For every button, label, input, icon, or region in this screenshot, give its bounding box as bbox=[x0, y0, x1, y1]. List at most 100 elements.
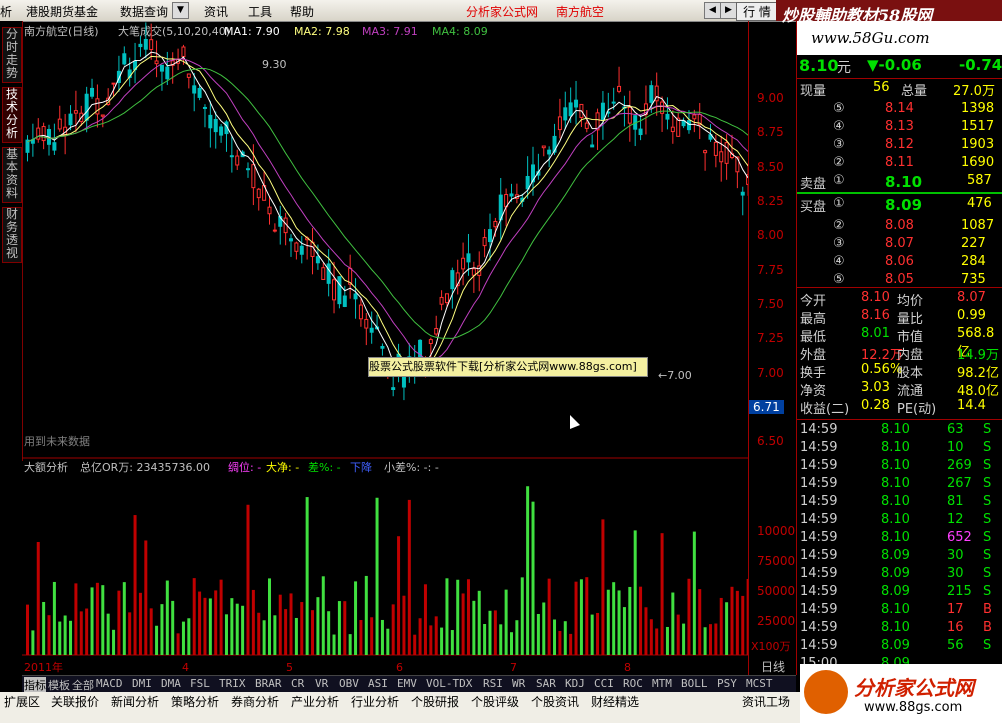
ask-vol: 1517 bbox=[961, 119, 995, 134]
footer-tab[interactable]: 产业分析 bbox=[291, 693, 339, 710]
indicator-tab-模板[interactable]: 模板 bbox=[48, 677, 70, 693]
footer-tab[interactable]: 关联报价 bbox=[51, 693, 99, 710]
volume-bar bbox=[47, 615, 51, 655]
tab-intraday[interactable]: 分时走势 bbox=[2, 27, 22, 83]
volume-bar bbox=[74, 583, 78, 655]
volume-bar bbox=[79, 611, 83, 655]
tab-technical[interactable]: 技术分析 bbox=[2, 87, 22, 143]
indicator-tab-cr[interactable]: CR bbox=[291, 677, 304, 690]
volume-bar bbox=[241, 605, 245, 655]
volume-bar bbox=[510, 632, 513, 655]
tab-financials[interactable]: 财务透视 bbox=[2, 207, 22, 263]
footer-tab[interactable]: 策略分析 bbox=[171, 693, 219, 710]
tick-vol: 17 bbox=[947, 602, 964, 617]
tick-side: B bbox=[983, 602, 992, 617]
tick-row: 14:59 8.10 12 S bbox=[797, 511, 1002, 529]
indicator-tab-emv[interactable]: EMV bbox=[397, 677, 417, 690]
menu-hk-futures[interactable]: 港股期货基金 bbox=[26, 3, 98, 20]
indicator-tab-wr[interactable]: WR bbox=[512, 677, 525, 690]
tick-vol: 12 bbox=[947, 512, 964, 527]
kline-chart[interactable]: 南方航空(日线) 大笔成交(5,10,20,40) MA1: 7.90 MA2:… bbox=[22, 21, 751, 675]
menu-analysis[interactable]: 析 bbox=[0, 3, 12, 20]
sub-pos: 绸位: - bbox=[228, 460, 261, 474]
price-tick: 9.00 bbox=[757, 91, 784, 105]
tab-basic-info[interactable]: 基本资料 bbox=[2, 147, 22, 203]
candle-body bbox=[450, 270, 455, 290]
indicator-tab-全部[interactable]: 全部 bbox=[72, 677, 94, 693]
indicator-tab-obv[interactable]: OBV bbox=[339, 677, 359, 690]
footer-tab[interactable]: 财经精选 bbox=[591, 693, 639, 710]
indicator-tab-trix[interactable]: TRIX bbox=[219, 677, 246, 690]
volume-bar bbox=[622, 607, 626, 655]
menu-data-query[interactable]: 数据查询 bbox=[120, 3, 168, 20]
low-annotation: ←7.00 bbox=[658, 369, 692, 382]
volume-group bbox=[26, 486, 750, 655]
volume-bar bbox=[644, 607, 648, 655]
indicator-tab-cci[interactable]: CCI bbox=[594, 677, 614, 690]
volume-bar bbox=[413, 634, 417, 655]
next-icon[interactable]: ▶ bbox=[720, 2, 737, 19]
menu-help[interactable]: 帮助 bbox=[290, 3, 314, 20]
tick-row: 14:59 8.09 30 S bbox=[797, 565, 1002, 583]
indicator-tab-asi[interactable]: ASI bbox=[368, 677, 388, 690]
indicator-tab-dmi[interactable]: DMI bbox=[132, 677, 152, 690]
footer-tab[interactable]: 扩展区 bbox=[4, 693, 40, 710]
menu-news[interactable]: 资讯 bbox=[204, 3, 228, 20]
quote-panel: www.58Gu.com 8.10 元 ▼-0.06 -0.74 现量 56 总… bbox=[796, 21, 1002, 675]
volume-bar bbox=[553, 619, 557, 655]
volume-bar bbox=[95, 582, 99, 655]
candles-group bbox=[25, 22, 751, 401]
indicator-tab-macd[interactable]: MACD bbox=[96, 677, 123, 690]
volume-bar bbox=[418, 618, 422, 655]
chart-area[interactable]: 南方航空(日线) 大笔成交(5,10,20,40) MA1: 7.90 MA2:… bbox=[22, 21, 751, 675]
price-tick: 8.75 bbox=[757, 125, 784, 139]
indicator-tab-fsl[interactable]: FSL bbox=[190, 677, 210, 690]
bid1-vol: 476 bbox=[967, 196, 992, 211]
dropdown-icon[interactable]: ▼ bbox=[172, 2, 189, 19]
indicator-tab-指标[interactable]: 指标 bbox=[24, 677, 46, 693]
bid-lvl: ② bbox=[833, 218, 845, 233]
footer-tab[interactable]: 行业分析 bbox=[351, 693, 399, 710]
candle-body bbox=[428, 339, 433, 344]
tick-vol: 56 bbox=[947, 638, 964, 653]
footer-tab[interactable]: 个股评级 bbox=[471, 693, 519, 710]
volume-bar bbox=[590, 614, 594, 655]
price-unit: 元 bbox=[837, 60, 851, 76]
indicator-tab-psy[interactable]: PSY bbox=[717, 677, 737, 690]
volume-bar bbox=[741, 595, 745, 655]
candle-body bbox=[192, 85, 197, 94]
volume-bar bbox=[504, 589, 508, 655]
prev-icon[interactable]: ◀ bbox=[704, 2, 721, 19]
period-label[interactable]: 日线 bbox=[761, 658, 785, 675]
indicator-tab-mtm[interactable]: MTM bbox=[652, 677, 672, 690]
footer-tab[interactable]: 券商分析 bbox=[231, 693, 279, 710]
footer-tab[interactable]: 资讯工场 bbox=[742, 693, 790, 710]
indicator-tab-rsi[interactable]: RSI bbox=[483, 677, 503, 690]
footer-tab[interactable]: 个股研报 bbox=[411, 693, 459, 710]
indicator-tab-mcst[interactable]: MCST bbox=[746, 677, 773, 690]
menu-tools[interactable]: 工具 bbox=[248, 3, 272, 20]
price-axis: 9.00 8.75 8.50 8.25 8.00 7.75 7.50 7.25 … bbox=[748, 21, 803, 675]
book-divider bbox=[797, 192, 1002, 194]
indicator-tab-sar[interactable]: SAR bbox=[536, 677, 556, 690]
trade-button[interactable]: 行 情 bbox=[736, 2, 778, 21]
indicator-tab-dma[interactable]: DMA bbox=[161, 677, 181, 690]
logo-url: www.88gs.com bbox=[864, 700, 963, 715]
volume-bar bbox=[294, 617, 298, 655]
sub-total: 总亿OR万: 23435736.00 bbox=[80, 460, 210, 474]
volume-bar bbox=[219, 579, 223, 655]
indicator-tab-vr[interactable]: VR bbox=[315, 677, 328, 690]
indicator-tab-boll[interactable]: BOLL bbox=[681, 677, 708, 690]
volume-bar bbox=[536, 613, 540, 655]
volume-bar bbox=[268, 578, 271, 655]
footer-tab[interactable]: 个股资讯 bbox=[531, 693, 579, 710]
indicator-tab-brar[interactable]: BRAR bbox=[255, 677, 282, 690]
volume-bar bbox=[348, 634, 352, 655]
volume-bar bbox=[660, 533, 664, 655]
indicator-tab-roc[interactable]: ROC bbox=[623, 677, 643, 690]
indicator-tab-vol-tdx[interactable]: VOL-TDX bbox=[426, 677, 472, 690]
volume-bar bbox=[601, 519, 605, 655]
indicator-tab-kdj[interactable]: KDJ bbox=[565, 677, 585, 690]
stat-row: 最高 8.16 量比 0.99 bbox=[797, 307, 1002, 327]
footer-tab[interactable]: 新闻分析 bbox=[111, 693, 159, 710]
